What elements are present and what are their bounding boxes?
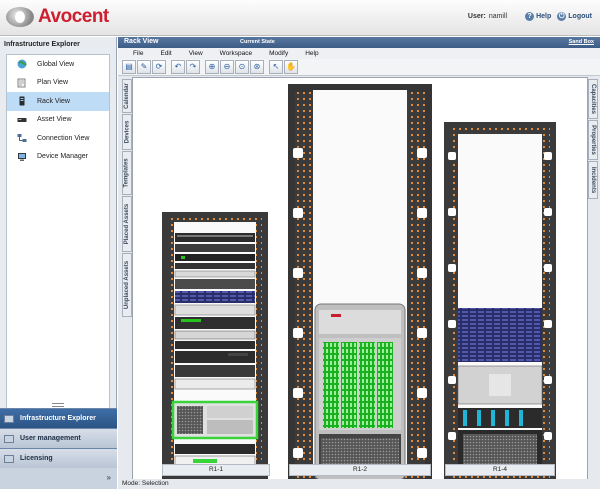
zoom-window-icon[interactable]: ⊛ [250, 60, 264, 74]
select-pointer-icon[interactable]: ↖ [269, 60, 283, 74]
plan-icon [17, 78, 26, 88]
rack-label-r1-2[interactable]: R1-2 [289, 464, 431, 476]
rack-r1-1[interactable] [162, 212, 268, 480]
logout-label: Logout [568, 13, 592, 20]
accordion-infrastructure-explorer[interactable]: Infrastructure Explorer [0, 408, 117, 428]
nav-label: Rack View [37, 97, 70, 105]
user-label: User: [467, 13, 486, 20]
left-panel-title: Infrastructure Explorer [4, 41, 80, 48]
tab-label: Templates [124, 158, 131, 188]
toolbar: ▤ ✎ ⟳ ↶ ↷ ⊕ ⊖ ⊙ ⊛ ↖ ✋ [118, 59, 600, 76]
infrastructure-icon [4, 414, 14, 423]
right-side-tabs: Capacities Properties Incidents [588, 79, 598, 229]
rack-label-r1-4[interactable]: R1-4 [445, 464, 555, 476]
current-state-label[interactable]: Current State [240, 39, 275, 45]
tab-label: Incidents [590, 166, 596, 194]
tab-label: Capacities [590, 83, 597, 115]
logo-mark-icon [6, 7, 34, 27]
brand-name: Avocent [38, 6, 109, 27]
undo-icon[interactable]: ↶ [171, 60, 185, 74]
nav-label: Global View [37, 60, 75, 68]
menu-modify[interactable]: Modify [269, 48, 288, 59]
menu-bar: File Edit View Workspace Modify Help [118, 48, 600, 59]
tab-label: Properties [590, 125, 596, 155]
nav-label: Plan View [37, 79, 69, 87]
new-document-icon[interactable]: ▤ [122, 60, 136, 74]
accordion-user-management[interactable]: User management [0, 428, 117, 448]
help-icon: ? [525, 12, 535, 21]
tab-label: Devices [124, 120, 130, 144]
header: Avocent User: namill ? Help ⏻ Logout [0, 0, 600, 36]
zoom-in-icon[interactable]: ⊕ [205, 60, 219, 74]
zoom-fit-icon[interactable]: ⊙ [235, 60, 249, 74]
rack-r1-4[interactable] [444, 122, 556, 480]
zoom-out-icon[interactable]: ⊖ [220, 60, 234, 74]
rack-canvas[interactable] [132, 77, 588, 480]
app-window: Avocent User: namill ? Help ⏻ Logout Inf… [0, 0, 600, 489]
nav-item-global-view[interactable]: Global View [7, 55, 109, 74]
accordion-label: Licensing [20, 455, 53, 462]
tab-capacities[interactable]: Capacities [588, 79, 598, 119]
sandbox-link[interactable]: Sand Box [569, 39, 594, 45]
tab-label: Placed Assets [124, 203, 130, 245]
menu-help[interactable]: Help [305, 48, 318, 59]
tab-label: Calendar [124, 83, 130, 109]
menu-file[interactable]: File [133, 48, 143, 59]
edit-rack-icon[interactable]: ✎ [137, 60, 151, 74]
help-label: Help [536, 13, 552, 20]
rack-drawing [162, 84, 556, 480]
status-bar: Mode: Selection [118, 479, 600, 489]
nav-item-device-manager[interactable]: Device Manager [7, 148, 109, 167]
pan-hand-icon[interactable]: ✋ [284, 60, 298, 74]
menu-edit[interactable]: Edit [160, 48, 171, 59]
rack-view-window: Rack View Current State Sand Box File Ed… [118, 37, 600, 489]
nav-item-asset-view[interactable]: Asset View [7, 111, 109, 130]
user-bar: User: namill ? Help ⏻ Logout [468, 12, 592, 21]
tab-calendar[interactable]: Calendar [122, 79, 132, 113]
rack-r1-2[interactable] [288, 84, 432, 480]
user-name: namill [488, 13, 508, 20]
tab-incidents[interactable]: Incidents [588, 161, 598, 199]
accordion-label: User management [20, 435, 81, 442]
accordion-more-button[interactable]: » [0, 468, 117, 489]
tab-unplaced-assets[interactable]: Unplaced Assets [122, 253, 132, 317]
logout-icon: ⏻ [557, 12, 567, 21]
menu-view[interactable]: View [189, 48, 203, 59]
window-title: Rack View [124, 38, 159, 45]
globe-icon [17, 59, 27, 69]
redo-icon[interactable]: ↷ [186, 60, 200, 74]
tab-label: Unplaced Assets [124, 260, 131, 310]
tab-devices[interactable]: Devices [122, 114, 132, 150]
logout-link[interactable]: ⏻ Logout [557, 12, 592, 21]
nav-list: Global View Plan View Rack View Asset Vi… [6, 54, 110, 412]
nav-item-connection-view[interactable]: Connection View [7, 129, 109, 148]
refresh-icon[interactable]: ⟳ [152, 60, 166, 74]
rack-label-r1-1[interactable]: R1-1 [162, 464, 270, 476]
panel-splitter[interactable] [0, 401, 117, 407]
help-link[interactable]: ? Help [525, 12, 551, 21]
left-panel: Infrastructure Explorer Global View Plan… [0, 37, 117, 489]
accordion-licensing[interactable]: Licensing [0, 448, 117, 468]
asset-icon [17, 117, 27, 122]
rack-icon [19, 96, 25, 106]
nav-label: Asset View [37, 116, 72, 124]
nav-item-plan-view[interactable]: Plan View [7, 74, 109, 93]
accordion-label: Infrastructure Explorer [20, 415, 96, 422]
device-manager-icon [18, 152, 26, 161]
licensing-icon [4, 454, 14, 463]
nav-label: Device Manager [37, 153, 88, 161]
nav-label: Connection View [37, 134, 90, 142]
window-titlebar: Rack View Current State Sand Box [118, 37, 600, 48]
more-chevron-icon: » [106, 473, 111, 482]
menu-workspace[interactable]: Workspace [220, 48, 252, 59]
rack-label-strip: R1-1 R1-2 R1-4 [132, 463, 588, 477]
tab-templates[interactable]: Templates [122, 151, 132, 195]
nav-item-rack-view[interactable]: Rack View [7, 92, 109, 111]
tab-properties[interactable]: Properties [588, 120, 598, 160]
users-icon [4, 434, 14, 443]
left-side-tabs: Calendar Devices Templates Placed Assets… [122, 79, 132, 339]
avocent-logo: Avocent [6, 5, 109, 29]
connection-icon [17, 134, 27, 143]
tab-placed-assets[interactable]: Placed Assets [122, 196, 132, 252]
